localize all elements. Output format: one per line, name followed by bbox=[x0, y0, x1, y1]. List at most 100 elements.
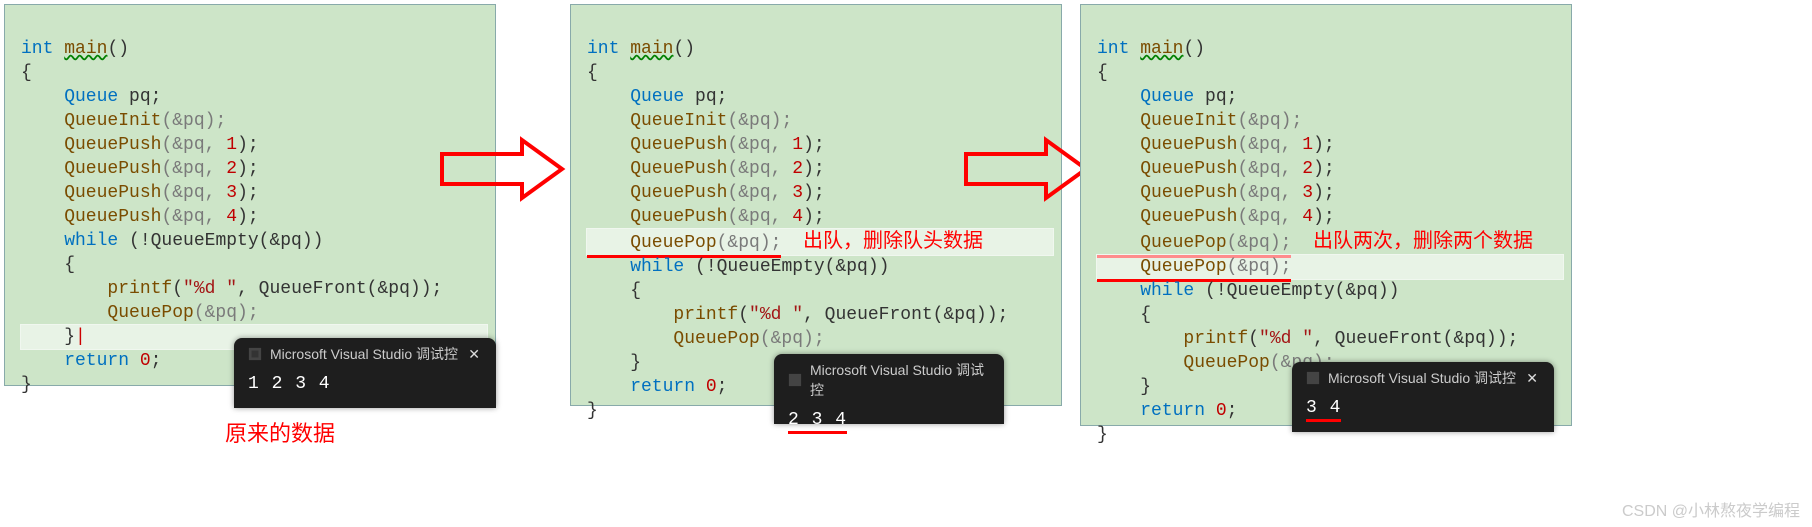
printf-mid: , QueueFront(&pq)); bbox=[1313, 329, 1518, 349]
decl-rest: pq; bbox=[1194, 87, 1237, 107]
brace2c: } bbox=[1097, 377, 1151, 397]
queuepop: QueuePop bbox=[21, 303, 194, 323]
console-close[interactable]: ✕ bbox=[1520, 370, 1544, 387]
console-output-3: 3 4 bbox=[1292, 392, 1554, 428]
qp2-arg: (&pq, bbox=[161, 159, 226, 179]
qp4-tail: ); bbox=[237, 207, 259, 227]
highlight-pop-a: QueuePop(&pq); 出队，删除队头数据 bbox=[587, 229, 1053, 255]
queuepush1: QueuePush bbox=[21, 135, 161, 155]
qp1-num: 1 bbox=[792, 135, 803, 155]
brace2: { bbox=[587, 281, 641, 301]
qp1-tail: ); bbox=[803, 135, 825, 155]
highlight-pop-b: QueuePop(&pq); bbox=[1097, 255, 1563, 279]
printf-fmt: "%d " bbox=[1259, 329, 1313, 349]
return-tail: ; bbox=[1227, 401, 1238, 421]
queueinit: QueueInit bbox=[21, 111, 161, 131]
queuepush4: QueuePush bbox=[21, 207, 161, 227]
decl-rest: pq; bbox=[118, 87, 161, 107]
console-output-1: 1 2 3 4 bbox=[234, 368, 496, 404]
vs-icon bbox=[248, 347, 262, 361]
brace-open: { bbox=[1097, 63, 1108, 83]
qp3-tail: ); bbox=[1313, 183, 1335, 203]
printf: printf bbox=[1097, 329, 1248, 349]
qp4-arg: (&pq, bbox=[161, 207, 226, 227]
printf-fmt: "%d " bbox=[183, 279, 237, 299]
qp4-arg: (&pq, bbox=[727, 207, 792, 227]
queueinit: QueueInit bbox=[587, 111, 727, 131]
kw-int: int bbox=[587, 39, 619, 59]
queuepush3: QueuePush bbox=[587, 183, 727, 203]
printf-mid: , QueueFront(&pq)); bbox=[803, 305, 1008, 325]
printf-open: ( bbox=[1248, 329, 1259, 349]
queuepop-arg: (&pq); bbox=[760, 329, 825, 349]
qp1-arg: (&pq, bbox=[161, 135, 226, 155]
queuepop-arg: (&pq); bbox=[194, 303, 259, 323]
queuepop: QueuePop bbox=[1097, 353, 1270, 373]
qp1-arg: (&pq, bbox=[727, 135, 792, 155]
queuepop-a-arg: (&pq); bbox=[717, 233, 782, 253]
qp4-num: 4 bbox=[1302, 207, 1313, 227]
qp2-num: 2 bbox=[792, 159, 803, 179]
queuepop-b-arg: (&pq); bbox=[1227, 257, 1292, 277]
while-cond: (!QueueEmpty(&pq)) bbox=[129, 231, 323, 251]
code-panel-2: int main() { Queue pq; QueueInit(&pq); Q… bbox=[570, 4, 1062, 406]
return-tail: ; bbox=[151, 351, 162, 371]
brace2c: } bbox=[587, 353, 641, 373]
brace-close: } bbox=[587, 401, 598, 421]
qp1-arg: (&pq, bbox=[1237, 135, 1302, 155]
brace2: { bbox=[21, 255, 75, 275]
qp3-num: 3 bbox=[226, 183, 237, 203]
queueinit: QueueInit bbox=[1097, 111, 1237, 131]
printf-open: ( bbox=[172, 279, 183, 299]
queuepop: QueuePop bbox=[587, 329, 760, 349]
qp4-num: 4 bbox=[226, 207, 237, 227]
qp4-tail: ); bbox=[1313, 207, 1335, 227]
console-1: Microsoft Visual Studio 调试控 ✕ 1 2 3 4 bbox=[234, 338, 496, 408]
qp3-num: 3 bbox=[1302, 183, 1313, 203]
qp4-num: 4 bbox=[792, 207, 803, 227]
queuepop-a-arg: (&pq); bbox=[1227, 233, 1292, 253]
printf-fmt: "%d " bbox=[749, 305, 803, 325]
qp4-arg: (&pq, bbox=[1237, 207, 1302, 227]
qp2-arg: (&pq, bbox=[1237, 159, 1302, 179]
return-num: 0 bbox=[706, 377, 717, 397]
console-title: Microsoft Visual Studio 调试控 bbox=[810, 360, 994, 400]
console-titlebar: Microsoft Visual Studio 调试控 ✕ bbox=[234, 338, 496, 368]
queuepop-a: QueuePop bbox=[587, 233, 717, 253]
qp2-num: 2 bbox=[1302, 159, 1313, 179]
brace-open: { bbox=[587, 63, 598, 83]
queuepush2: QueuePush bbox=[1097, 159, 1237, 179]
watermark: CSDN @小林熬夜学编程 bbox=[1622, 497, 1800, 521]
fn-main: main bbox=[64, 39, 107, 59]
qp4-tail: ); bbox=[803, 207, 825, 227]
caption-1: 原来的数据 bbox=[225, 416, 335, 448]
sig-tail: () bbox=[107, 39, 129, 59]
vs-icon bbox=[788, 373, 802, 387]
queuepush3: QueuePush bbox=[1097, 183, 1237, 203]
queuepush4: QueuePush bbox=[587, 207, 727, 227]
qp3-arg: (&pq, bbox=[1237, 183, 1302, 203]
queuepop-b: QueuePop bbox=[1097, 257, 1227, 277]
qp3-tail: ); bbox=[803, 183, 825, 203]
console-3: Microsoft Visual Studio 调试控 ✕ 3 4 bbox=[1292, 362, 1554, 432]
qp2-tail: ); bbox=[237, 159, 259, 179]
return-kw: return bbox=[1097, 401, 1216, 421]
queuepop-a: QueuePop bbox=[1097, 233, 1227, 253]
queueinit-arg: (&pq); bbox=[727, 111, 792, 131]
console-close[interactable]: ✕ bbox=[462, 346, 486, 363]
sig-tail: () bbox=[673, 39, 695, 59]
return-kw: return bbox=[21, 351, 140, 371]
qp2-tail: ); bbox=[1313, 159, 1335, 179]
qp1-num: 1 bbox=[1302, 135, 1313, 155]
code-panel-1: int main() { Queue pq; QueueInit(&pq); Q… bbox=[4, 4, 496, 386]
vs-icon bbox=[1306, 371, 1320, 385]
queueinit-arg: (&pq); bbox=[161, 111, 226, 131]
decl-queue: Queue bbox=[1097, 87, 1194, 107]
qp1-tail: ); bbox=[237, 135, 259, 155]
while-cond: (!QueueEmpty(&pq)) bbox=[695, 257, 889, 277]
annot-a: 出队两次，删除两个数据 bbox=[1313, 230, 1533, 252]
kw-int: int bbox=[1097, 39, 1129, 59]
arrow-2 bbox=[956, 134, 1096, 204]
return-tail: ; bbox=[717, 377, 728, 397]
arrow-1 bbox=[432, 134, 572, 204]
